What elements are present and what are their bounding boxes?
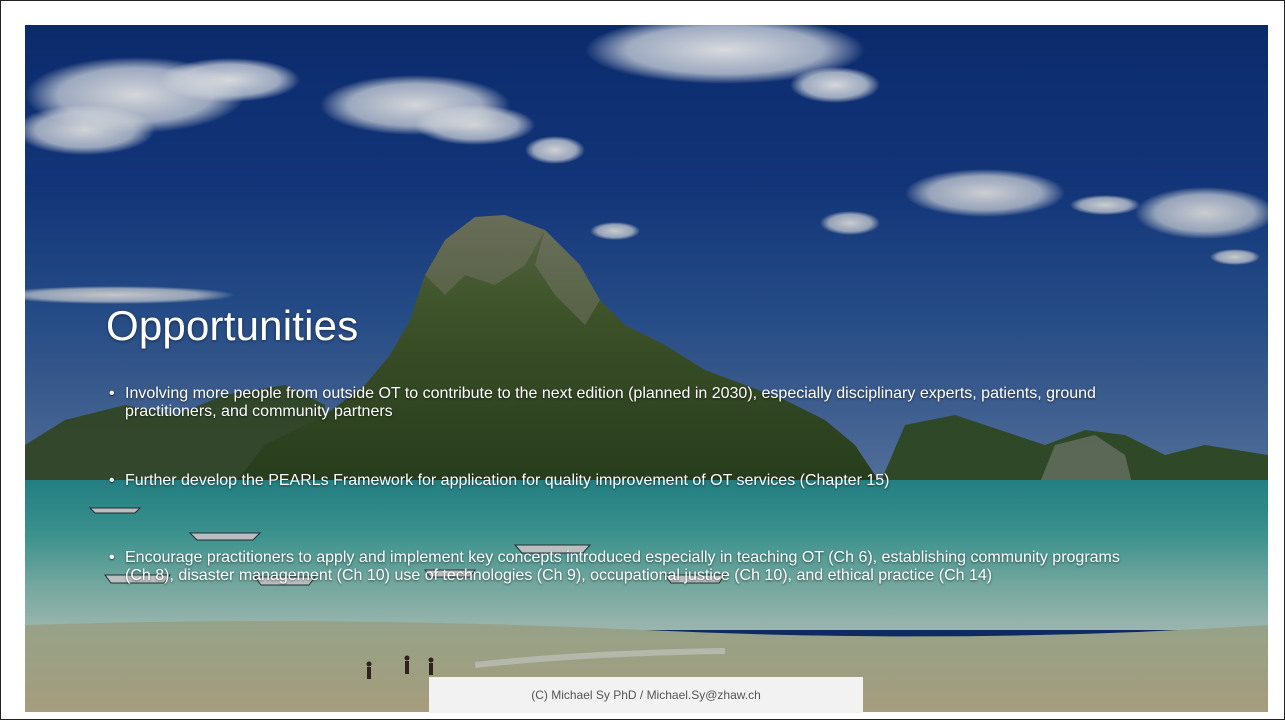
footer-copyright: (C) Michael Sy PhD / Michael.Sy@zhaw.ch	[429, 677, 863, 713]
slide-title: Opportunities	[106, 302, 359, 349]
slide-frame: Opportunities Involving more people from…	[0, 0, 1285, 720]
slide: Opportunities Involving more people from…	[25, 25, 1268, 712]
bullet-item: Involving more people from outside OT to…	[105, 385, 1125, 421]
background-photo	[25, 25, 1268, 712]
bullet-item: Further develop the PEARLs Framework for…	[105, 472, 1125, 490]
bullet-item: Encourage practitioners to apply and imp…	[105, 549, 1125, 585]
